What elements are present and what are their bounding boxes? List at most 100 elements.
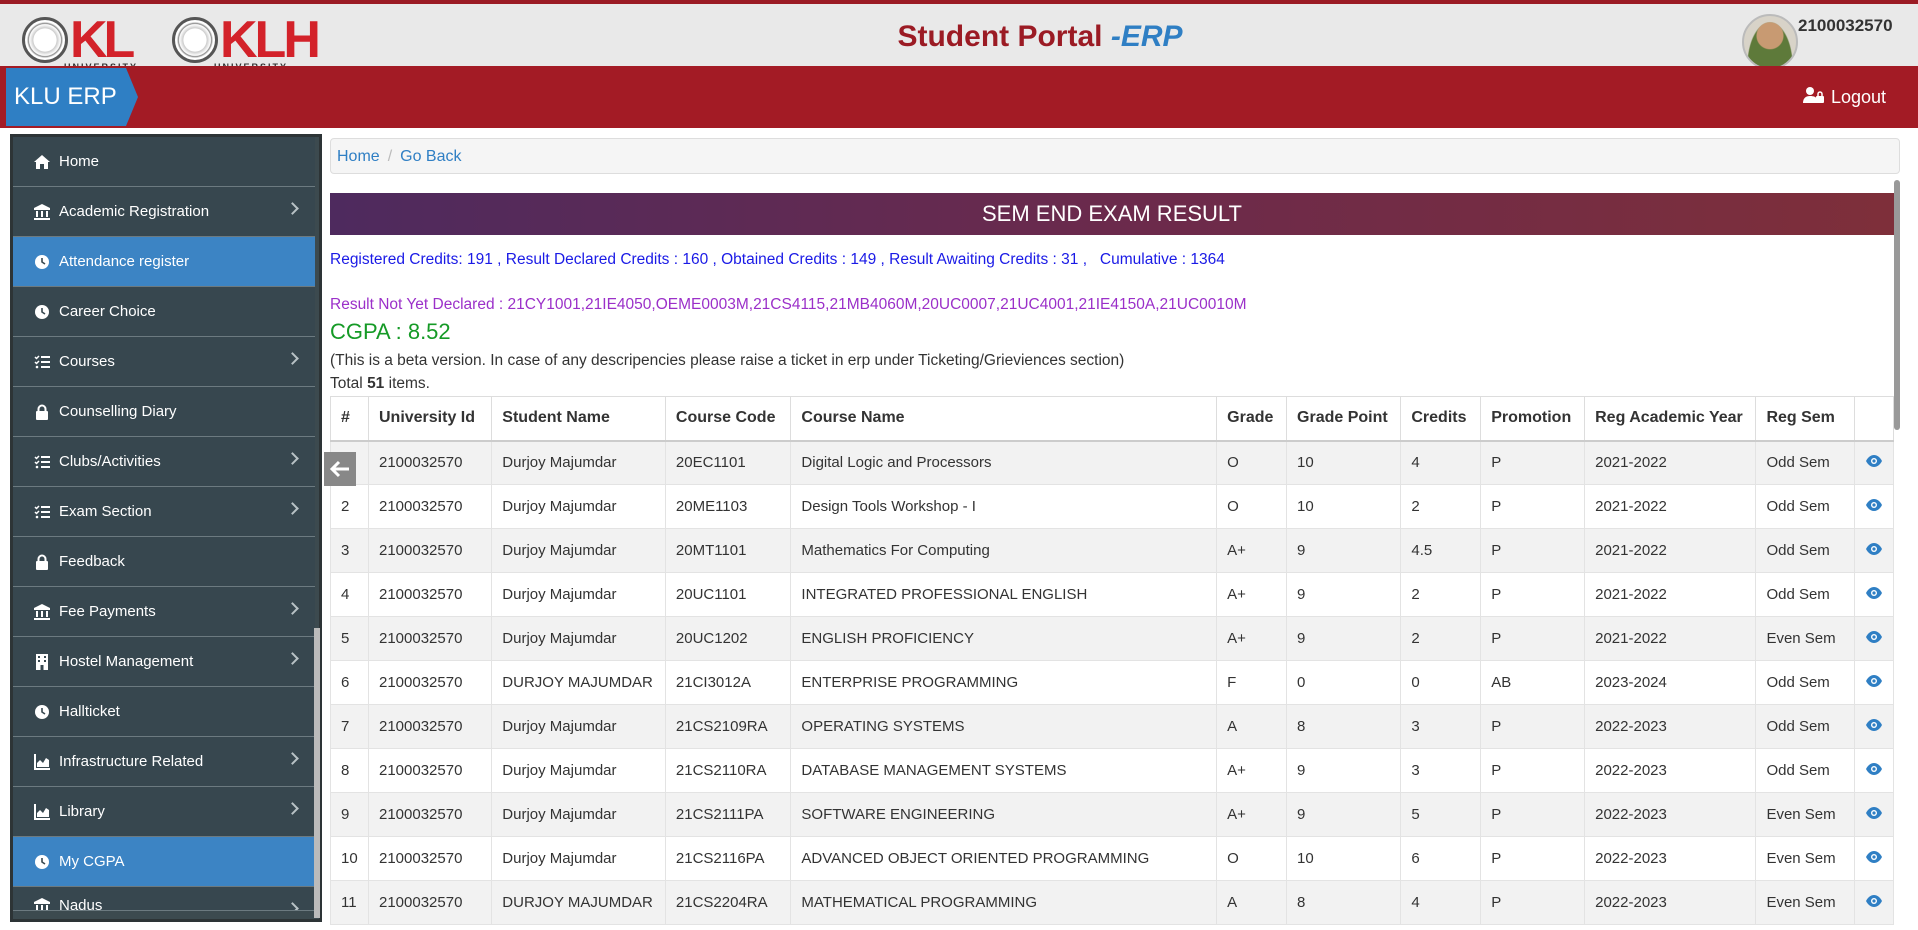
column-header [1853, 396, 1895, 442]
table-cell: 9 [1286, 748, 1402, 793]
table-cell: 2021-2022 [1584, 616, 1757, 661]
eye-icon [1865, 762, 1882, 775]
sidebar-item-feedback[interactable]: Feedback [13, 537, 315, 587]
table-cell: 9 [1286, 792, 1402, 837]
collapse-sidebar-button[interactable] [324, 452, 356, 486]
table-cell: F [1216, 660, 1288, 705]
cgpa-value: CGPA : 8.52 [330, 319, 451, 344]
table-cell: 8 [1286, 880, 1402, 925]
view-details-button[interactable] [1853, 836, 1895, 881]
table-cell: P [1480, 484, 1586, 529]
table-cell: Odd Sem [1755, 660, 1855, 705]
chevron-right-icon [286, 502, 299, 515]
table-cell: 3 [1400, 704, 1482, 749]
view-details-button[interactable] [1853, 616, 1895, 661]
table-cell: Odd Sem [1755, 704, 1855, 749]
view-details-button[interactable] [1853, 880, 1895, 925]
sidebar-item-infrastructure-related[interactable]: Infrastructure Related [13, 737, 315, 787]
table-cell: Odd Sem [1755, 572, 1855, 617]
table-cell: 2100032570 [367, 748, 493, 793]
table-cell: 2022-2023 [1584, 880, 1757, 925]
table-cell: Durjoy Majumdar [491, 440, 666, 485]
avatar[interactable] [1742, 14, 1798, 70]
sidebar-item-hostel-management[interactable]: Hostel Management [13, 637, 315, 687]
sidebar-item-label: Infrastructure Related [59, 753, 204, 770]
table-cell: P [1480, 836, 1586, 881]
view-details-button[interactable] [1853, 748, 1895, 793]
view-details-button[interactable] [1853, 792, 1895, 837]
table-cell: 2021-2022 [1584, 528, 1757, 573]
table-cell: 20EC1101 [664, 440, 792, 485]
eye-icon [1865, 454, 1882, 467]
sidebar-item-library[interactable]: Library [13, 787, 315, 837]
table-cell: 2022-2023 [1584, 836, 1757, 881]
table-cell: 11 [330, 880, 369, 925]
table-cell: Durjoy Majumdar [491, 616, 666, 661]
sidebar-item-my-cgpa[interactable]: My CGPA [13, 837, 315, 887]
table-row: 12100032570Durjoy Majumdar20EC1101Digita… [330, 440, 1895, 485]
table-cell: 5 [330, 616, 369, 661]
main-scrollbar[interactable] [1894, 180, 1900, 430]
chevron-right-icon [286, 452, 299, 465]
breadcrumb-home-link[interactable]: Home [337, 148, 380, 165]
table-cell: Odd Sem [1755, 528, 1855, 573]
table-cell: 2 [1400, 616, 1482, 661]
table-row: 3 2100032570 Durjoy Majumdar 20MT1101 Mathem… [330, 528, 1895, 573]
table-cell: MATHEMATICAL PROGRAMMING [790, 880, 1218, 925]
sidebar-item-clubs-activities[interactable]: Clubs/Activities [13, 437, 315, 487]
table-cell: ADVANCED OBJECT ORIENTED PROGRAMMING [790, 836, 1218, 881]
sidebar-item-label: Exam Section [59, 503, 152, 520]
results-table: # University Id Student Name Course Code Cou… [330, 396, 1895, 925]
brand-label[interactable]: KLU ERP [6, 68, 138, 126]
table-cell: 2 [1400, 572, 1482, 617]
table-cell: 4 [1400, 440, 1482, 485]
sidebar-item-academic-registration[interactable]: Academic Registration [13, 187, 315, 237]
logout-button[interactable]: Logout [1802, 86, 1886, 109]
table-cell: OPERATING SYSTEMS [790, 704, 1218, 749]
sidebar-item-career-choice[interactable]: Career Choice [13, 287, 315, 337]
result-not-declared: Result Not Yet Declared : 21CY1001,21IE4… [330, 296, 1247, 313]
table-cell: 10 [1286, 440, 1402, 485]
university-icon [33, 603, 51, 621]
university-icon [33, 203, 51, 221]
user-lock-icon [1802, 86, 1825, 109]
table-cell: 6 [330, 660, 369, 705]
list-check-icon [33, 503, 51, 521]
column-header: Promotion [1480, 396, 1586, 442]
sidebar-item-nadus[interactable]: Nadus [13, 887, 315, 911]
table-cell: 2100032570 [367, 440, 493, 485]
sidebar-item-fee-payments[interactable]: Fee Payments [13, 587, 315, 637]
sidebar-item-hallticket[interactable]: Hallticket [13, 687, 315, 737]
view-details-button[interactable] [1853, 440, 1895, 485]
sidebar-item-attendance-register[interactable]: Attendance register [13, 237, 315, 287]
view-details-button[interactable] [1853, 704, 1895, 749]
table-cell: O [1216, 484, 1288, 529]
sidebar[interactable]: Home Academic Registration Attendance regi… [10, 134, 322, 922]
table-cell: 21CS2109RA [664, 704, 792, 749]
table-cell: 21CS2204RA [664, 880, 792, 925]
column-header: Student Name [491, 396, 666, 442]
view-details-button[interactable] [1853, 484, 1895, 529]
sidebar-item-counselling-diary[interactable]: Counselling Diary [13, 387, 315, 437]
table-cell: P [1480, 748, 1586, 793]
table-cell: 2100032570 [367, 616, 493, 661]
sidebar-item-label: Library [59, 803, 105, 820]
sidebar-item-home[interactable]: Home [13, 137, 315, 187]
eye-icon [1865, 806, 1882, 819]
sidebar-item-courses[interactable]: Courses [13, 337, 315, 387]
breadcrumb-back-link[interactable]: Go Back [400, 148, 461, 165]
view-details-button[interactable] [1853, 572, 1895, 617]
sidebar-item-exam-section[interactable]: Exam Section [13, 487, 315, 537]
chart-area-icon [33, 803, 51, 821]
table-cell: A+ [1216, 616, 1288, 661]
clock-icon [33, 853, 51, 871]
table-cell: 2 [330, 484, 369, 529]
total-items: Total 51 items. [330, 375, 430, 392]
view-details-button[interactable] [1853, 660, 1895, 705]
sidebar-scrollbar[interactable] [314, 628, 320, 918]
table-cell: 20MT1101 [664, 528, 792, 573]
table-row: 5 2100032570 Durjoy Majumdar 20UC1202 ENGLIS… [330, 616, 1895, 661]
view-details-button[interactable] [1853, 528, 1895, 573]
table-cell: 10 [1286, 836, 1402, 881]
table-cell: A+ [1216, 572, 1288, 617]
